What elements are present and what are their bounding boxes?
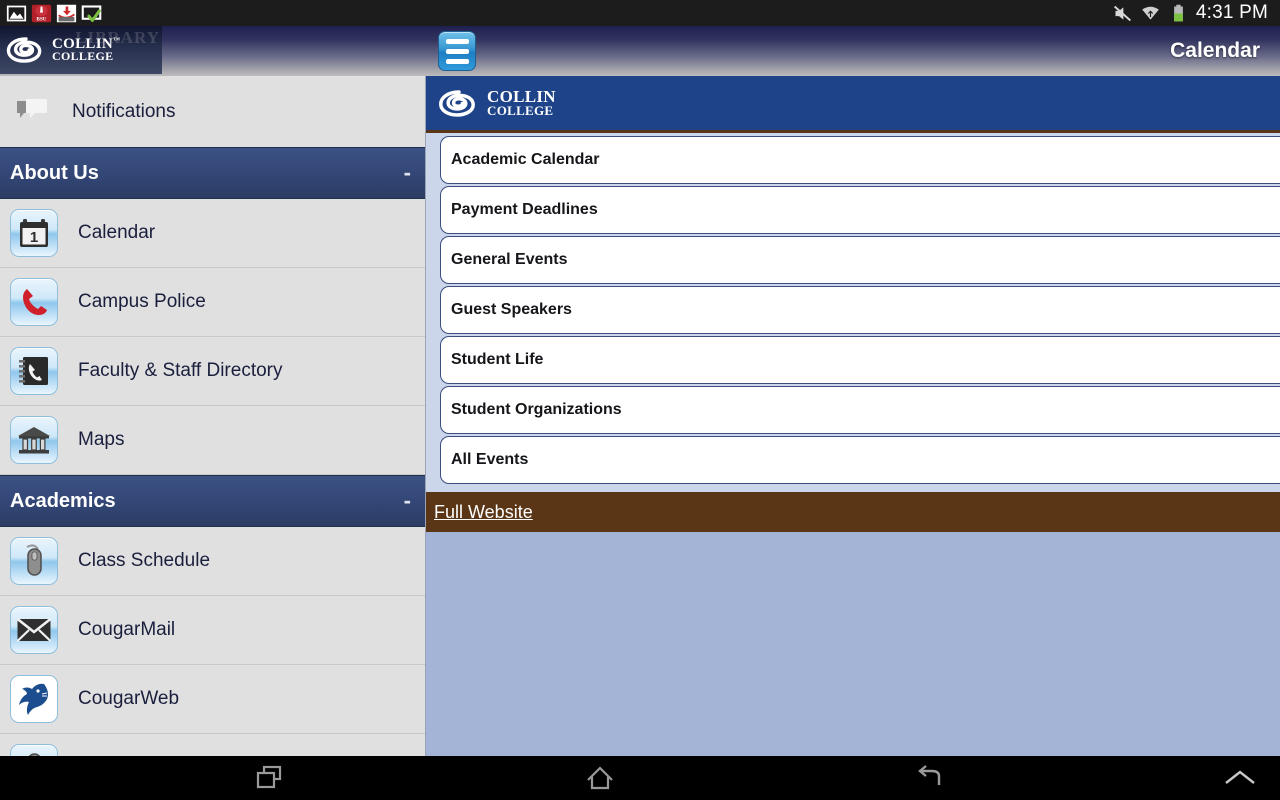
android-status-bar: BSU 4:31 PM <box>0 0 1280 26</box>
sidebar-section-about-us[interactable]: About Us - <box>0 147 425 199</box>
list-item-label: All Events <box>451 451 529 468</box>
speech-bubble-icon <box>17 98 47 118</box>
section-title: Academics <box>10 489 116 512</box>
hamburger-bar-1 <box>445 38 469 44</box>
calendar-category-list: Academic Calendar Payment Deadlines Gene… <box>426 133 1280 532</box>
list-item-label: Guest Speakers <box>451 301 572 318</box>
banner-ghost-text: LIBRARY <box>75 28 160 47</box>
sidebar-item-label: CougarMail <box>78 619 176 640</box>
hamburger-bar-2 <box>445 48 469 54</box>
content-brand-bar: COLLIN COLLEGE <box>426 76 1280 133</box>
page-title: Calendar <box>1170 39 1260 62</box>
list-item-payment-deadlines[interactable]: Payment Deadlines <box>440 186 1280 234</box>
back-button[interactable] <box>870 765 990 791</box>
screen-check-icon <box>81 4 102 22</box>
sidebar-item-faculty-staff-directory[interactable]: Faculty & Staff Directory <box>0 337 425 406</box>
sidebar-item-maps[interactable]: Maps <box>0 406 425 475</box>
collin-college-wordmark: COLLIN COLLEGE <box>487 88 556 118</box>
collin-swirl-logo-icon <box>6 37 42 63</box>
android-navigation-bar <box>0 756 1280 800</box>
sidebar-item-cougarmail[interactable]: CougarMail <box>0 596 425 665</box>
computer-mouse-icon <box>10 537 58 585</box>
notifications-label: Notifications <box>72 100 176 122</box>
battery-icon <box>1173 4 1183 21</box>
drawer-brand-banner: LIBRARY COLLIN™ COLLEGE <box>0 26 162 74</box>
status-notification-icons: BSU <box>6 3 102 24</box>
home-button[interactable] <box>540 764 660 792</box>
list-item-general-events[interactable]: General Events <box>440 236 1280 284</box>
hamburger-bar-3 <box>445 58 469 64</box>
sidebar-item-calendar[interactable]: 1 Calendar <box>0 199 425 268</box>
home-icon <box>587 766 613 790</box>
sidebar-item-label: Class Schedule <box>78 550 211 571</box>
sidebar-item-campus-police[interactable]: Campus Police <box>0 268 425 337</box>
list-item-academic-calendar[interactable]: Academic Calendar <box>440 136 1280 184</box>
svg-text:BSU: BSU <box>36 16 46 22</box>
recents-button[interactable] <box>210 765 330 791</box>
list-item-student-life[interactable]: Student Life <box>440 336 1280 384</box>
list-item-label: Student Life <box>451 351 544 368</box>
main-content: COLLIN COLLEGE Academic Calendar Payment… <box>426 76 1280 756</box>
recents-icon <box>256 765 282 789</box>
tablet-screen: BSU 4:31 PM LIBRARY COLLIN™ COLLEGE Cale… <box>0 0 1280 800</box>
section-collapse-toggle[interactable]: - <box>404 162 411 184</box>
sidebar-item-label: Campus Police <box>78 291 206 312</box>
list-item-label: General Events <box>451 251 568 268</box>
sidebar-section-academics[interactable]: Academics - <box>0 475 425 527</box>
computer-mouse-icon <box>10 744 58 756</box>
brand-line-2: COLLEGE <box>52 49 114 64</box>
sidebar-item-label: Faculty & Staff Directory <box>78 360 283 381</box>
list-item-label: Student Organizations <box>451 401 622 418</box>
list-item-label: Payment Deadlines <box>451 201 598 218</box>
phone-receiver-icon <box>10 278 58 326</box>
phone-book-icon <box>10 347 58 395</box>
list-item-label: Academic Calendar <box>451 151 600 168</box>
bsu-app-icon: BSU <box>31 4 52 22</box>
sidebar-item-class-schedule[interactable]: Class Schedule <box>0 527 425 596</box>
collin-swirl-logo-icon <box>439 89 475 117</box>
calendar-icon: 1 <box>10 209 58 257</box>
sidebar-item-partial[interactable] <box>0 734 425 756</box>
sidebar-item-cougarweb[interactable]: CougarWeb <box>0 665 425 734</box>
gallery-image-icon <box>6 5 27 21</box>
section-collapse-toggle[interactable]: - <box>404 490 411 512</box>
cougar-mascot-icon <box>10 675 58 723</box>
sidebar-item-label: CougarWeb <box>78 688 180 709</box>
expand-button[interactable] <box>1200 768 1280 788</box>
mute-icon <box>1113 5 1131 21</box>
back-icon <box>918 765 941 785</box>
list-item-guest-speakers[interactable]: Guest Speakers <box>440 286 1280 334</box>
download-arrow-icon <box>56 4 77 22</box>
section-title: About Us <box>10 161 99 184</box>
sidebar-item-label: Calendar <box>78 222 156 243</box>
status-clock: 4:31 PM <box>1195 2 1268 23</box>
status-system-icons: 4:31 PM <box>1112 2 1274 24</box>
full-website-link[interactable]: Full Website <box>434 502 533 523</box>
sidebar-item-notifications[interactable]: Notifications <box>0 76 425 147</box>
navigation-drawer: Notifications About Us - 1 Calendar Camp… <box>0 76 426 756</box>
chevron-up-icon <box>1225 770 1255 784</box>
envelope-icon <box>10 606 58 654</box>
full-website-bar: Full Website <box>426 492 1280 532</box>
brand-line-2: COLLEGE <box>487 102 554 118</box>
list-item-all-events[interactable]: All Events <box>440 436 1280 484</box>
list-item-student-organizations[interactable]: Student Organizations <box>440 386 1280 434</box>
menu-toggle-button[interactable] <box>438 31 476 71</box>
sidebar-item-label: Maps <box>78 429 125 450</box>
wifi-icon <box>1142 6 1159 20</box>
svg-text:1: 1 <box>30 229 38 246</box>
app-bar: LIBRARY COLLIN™ COLLEGE <box>0 26 1280 76</box>
bank-building-icon <box>10 416 58 464</box>
